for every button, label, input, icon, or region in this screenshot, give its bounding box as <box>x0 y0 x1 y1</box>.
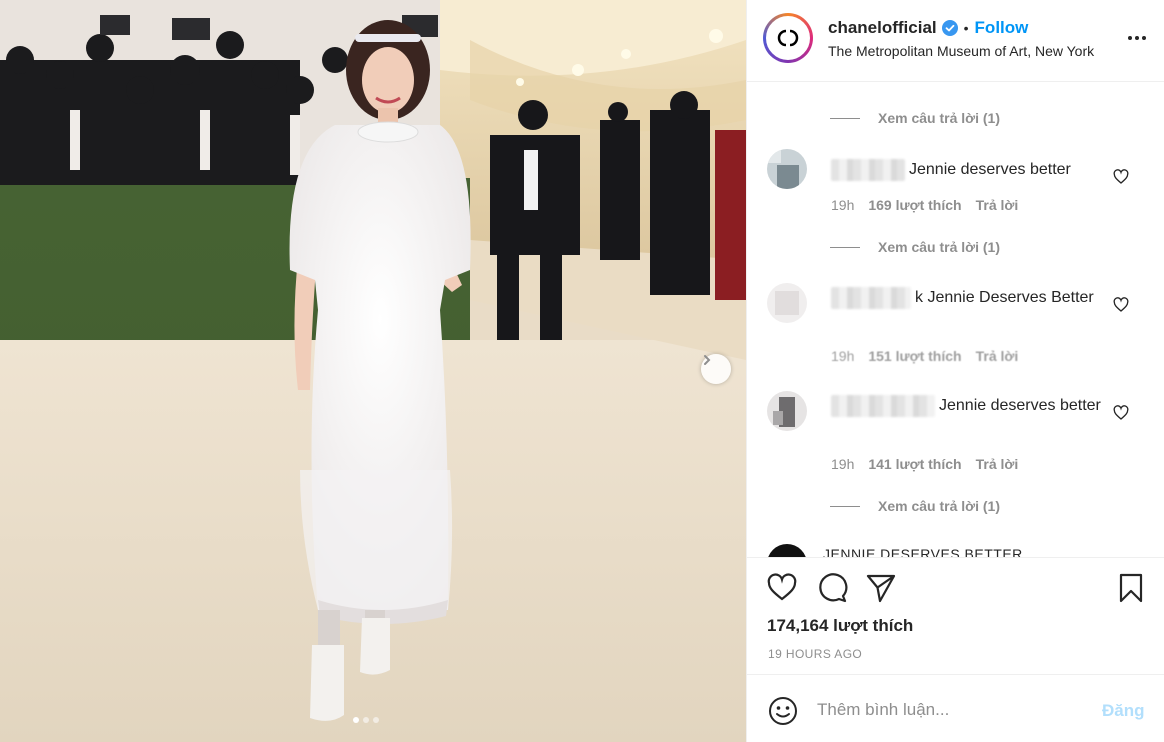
comment-likes[interactable]: 169 lượt thích <box>868 197 961 213</box>
reply-button[interactable]: Trả lời <box>976 197 1019 213</box>
comment-bubble-icon[interactable] <box>816 572 848 604</box>
comment-input[interactable] <box>817 695 1087 725</box>
comment-meta: 19h 169 lượt thích Trả lời <box>831 197 1018 213</box>
blurred-avatar-image <box>767 283 807 323</box>
commenter-avatar[interactable] <box>767 391 807 431</box>
like-comment-heart-icon[interactable] <box>1113 405 1129 421</box>
view-replies-label: Xem câu trả lời (1) <box>878 110 1000 126</box>
like-comment-heart-icon[interactable] <box>1113 169 1129 185</box>
commenter-avatar[interactable] <box>767 544 807 557</box>
post-side-panel: chanelofficial • Follow The Metropolitan… <box>746 0 1164 742</box>
emoji-icon[interactable] <box>767 695 799 727</box>
comment-text: Jennie deserves better <box>831 395 1101 417</box>
location-link[interactable]: The Metropolitan Museum of Art, New York <box>828 43 1094 59</box>
add-comment-bar: Đăng <box>747 674 1164 742</box>
post-actions: 174,164 lượt thích 19 HOURS AGO <box>747 557 1164 674</box>
view-replies-button[interactable]: Xem câu trả lời (1) <box>830 239 1000 255</box>
verified-badge-icon <box>941 20 958 36</box>
comments-list[interactable]: Xem câu trả lời (1) Jennie deserves bett… <box>747 83 1164 557</box>
post-photo[interactable] <box>0 0 746 742</box>
carousel-dot-1 <box>353 717 359 723</box>
comment-time[interactable]: 19h <box>831 197 854 213</box>
carousel-dot-2 <box>363 717 369 723</box>
comment-text: Jennie deserves better <box>831 159 1101 181</box>
view-replies-button[interactable]: Xem câu trả lời (1) <box>830 110 1000 126</box>
blurred-avatar-image <box>767 149 807 189</box>
commenter-avatar[interactable] <box>767 149 807 189</box>
post-timestamp[interactable]: 19 HOURS AGO <box>768 647 862 661</box>
comment-likes[interactable]: 151 lượt thích <box>868 348 961 364</box>
separator: • <box>963 20 969 36</box>
divider <box>830 246 860 248</box>
post-image <box>0 0 746 742</box>
reply-button[interactable]: Trả lời <box>976 348 1019 364</box>
blurred-username[interactable] <box>831 287 911 309</box>
chevron-right-icon <box>704 355 711 365</box>
comment-text: JENNIE DESERVES BETTER <box>823 546 1023 557</box>
post-likes-count[interactable]: 174,164 lượt thích <box>767 616 913 636</box>
carousel-dot-3 <box>373 717 379 723</box>
comment-meta: 19h 141 lượt thích Trả lời <box>831 456 1018 472</box>
blurred-username[interactable] <box>831 395 935 417</box>
blurred-username[interactable] <box>831 159 905 181</box>
comment-time[interactable]: 19h <box>831 456 854 472</box>
commenter-avatar[interactable] <box>767 283 807 323</box>
like-comment-heart-icon[interactable] <box>1113 297 1129 313</box>
like-heart-icon[interactable] <box>766 572 798 604</box>
follow-button[interactable]: Follow <box>975 18 1029 38</box>
carousel-indicator <box>353 717 379 723</box>
carousel-next-button[interactable] <box>701 354 731 384</box>
chanel-logo-icon <box>777 29 799 47</box>
view-replies-button[interactable]: Xem câu trả lời (1) <box>830 498 1000 514</box>
reply-button[interactable]: Trả lời <box>976 456 1019 472</box>
divider <box>830 117 860 119</box>
share-paper-plane-icon[interactable] <box>865 572 897 604</box>
view-replies-label: Xem câu trả lời (1) <box>878 239 1000 255</box>
view-replies-label: Xem câu trả lời (1) <box>878 498 1000 514</box>
comment-text: k Jennie Deserves Better <box>831 287 1101 309</box>
blurred-avatar-image <box>767 391 807 431</box>
comment-time[interactable]: 19h <box>831 348 854 364</box>
post-header: chanelofficial • Follow The Metropolitan… <box>747 0 1164 82</box>
post-comment-button[interactable]: Đăng <box>1102 701 1145 721</box>
comment-item: JENNIE DESERVES BETTER <box>767 544 1023 557</box>
username[interactable]: chanelofficial <box>828 18 937 38</box>
comment-meta: 19h 151 lượt thích Trả lời <box>831 348 1018 364</box>
save-bookmark-icon[interactable] <box>1115 572 1147 604</box>
avatar[interactable] <box>763 13 813 63</box>
comment-likes[interactable]: 141 lượt thích <box>868 456 961 472</box>
more-options-icon[interactable] <box>1125 28 1149 48</box>
divider <box>830 505 860 507</box>
